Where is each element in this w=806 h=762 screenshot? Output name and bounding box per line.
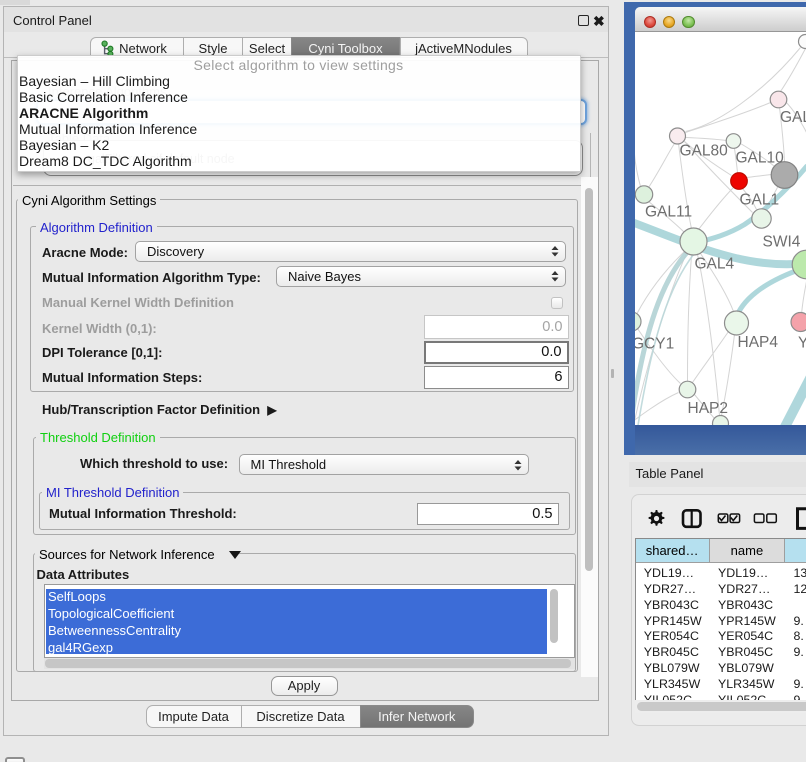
svg-text:GAL4: GAL4 — [694, 255, 734, 272]
svg-text:HAP2: HAP2 — [687, 400, 728, 417]
svg-text:SWI4: SWI4 — [762, 233, 800, 250]
svg-text:GAL10: GAL10 — [735, 149, 784, 166]
svg-text:HAP4: HAP4 — [737, 334, 778, 351]
svg-text:GAL11: GAL11 — [645, 203, 692, 220]
svg-text:Y: Y — [798, 334, 806, 351]
svg-text:GCY1: GCY1 — [635, 335, 674, 352]
svg-text:GAL1: GAL1 — [739, 191, 779, 208]
svg-text:GAL80: GAL80 — [679, 142, 728, 159]
svg-text:GAL: GAL — [780, 109, 806, 126]
